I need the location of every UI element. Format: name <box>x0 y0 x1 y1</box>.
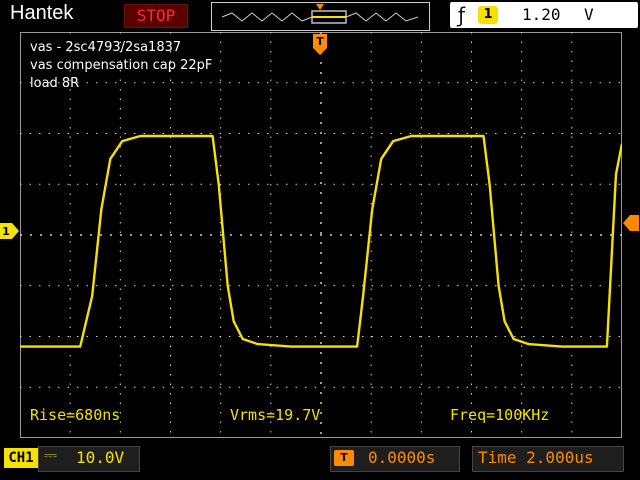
channel-1-label[interactable]: CH1 <box>4 448 38 468</box>
trigger-offset-icon: T <box>334 450 354 466</box>
trigger-level-marker[interactable] <box>622 214 640 232</box>
ch1-waveform <box>20 134 622 348</box>
channel-1-volts-per-div: 10.0V <box>76 448 125 467</box>
svg-text:1: 1 <box>2 225 10 238</box>
channel-1-ground-marker[interactable]: 1 <box>0 222 20 240</box>
timebase-value: Time 2.000us <box>478 448 594 467</box>
annotation-line-3: load 8R <box>30 76 80 91</box>
annotation-line-1: vas - 2sc4793/2sa1837 <box>30 40 182 55</box>
scope-screen: T <box>20 32 622 438</box>
timebase-overview-waveform <box>221 4 419 24</box>
trigger-position-arrow <box>313 48 327 55</box>
rising-edge-icon: ƒ <box>458 3 466 27</box>
measurement-freq: Freq=100KHz <box>450 406 550 424</box>
trigger-status[interactable]: ƒ 1 1.20 V <box>450 2 638 28</box>
measurement-rise: Rise=680ns <box>30 406 121 424</box>
run-stop-button[interactable]: STOP <box>124 4 188 28</box>
trigger-source-badge: 1 <box>478 6 498 24</box>
trigger-unit: V <box>584 5 594 24</box>
measurement-vrms: Vrms=19.7V <box>230 406 321 424</box>
trigger-offset-value: 0.0000s <box>368 448 436 467</box>
trigger-level: 1.20 <box>522 5 561 24</box>
dc-coupling-icon: ⎓ <box>44 445 57 464</box>
trigger-position-label: T <box>316 35 324 48</box>
top-bar: Hantek STOP ƒ 1 1.20 V <box>0 0 640 32</box>
timebase-overview[interactable] <box>211 2 430 31</box>
annotation-line-2: vas compensation cap 22pF <box>30 58 213 73</box>
brand-logo: Hantek <box>10 2 74 24</box>
overview-trigger-icon <box>316 4 324 10</box>
